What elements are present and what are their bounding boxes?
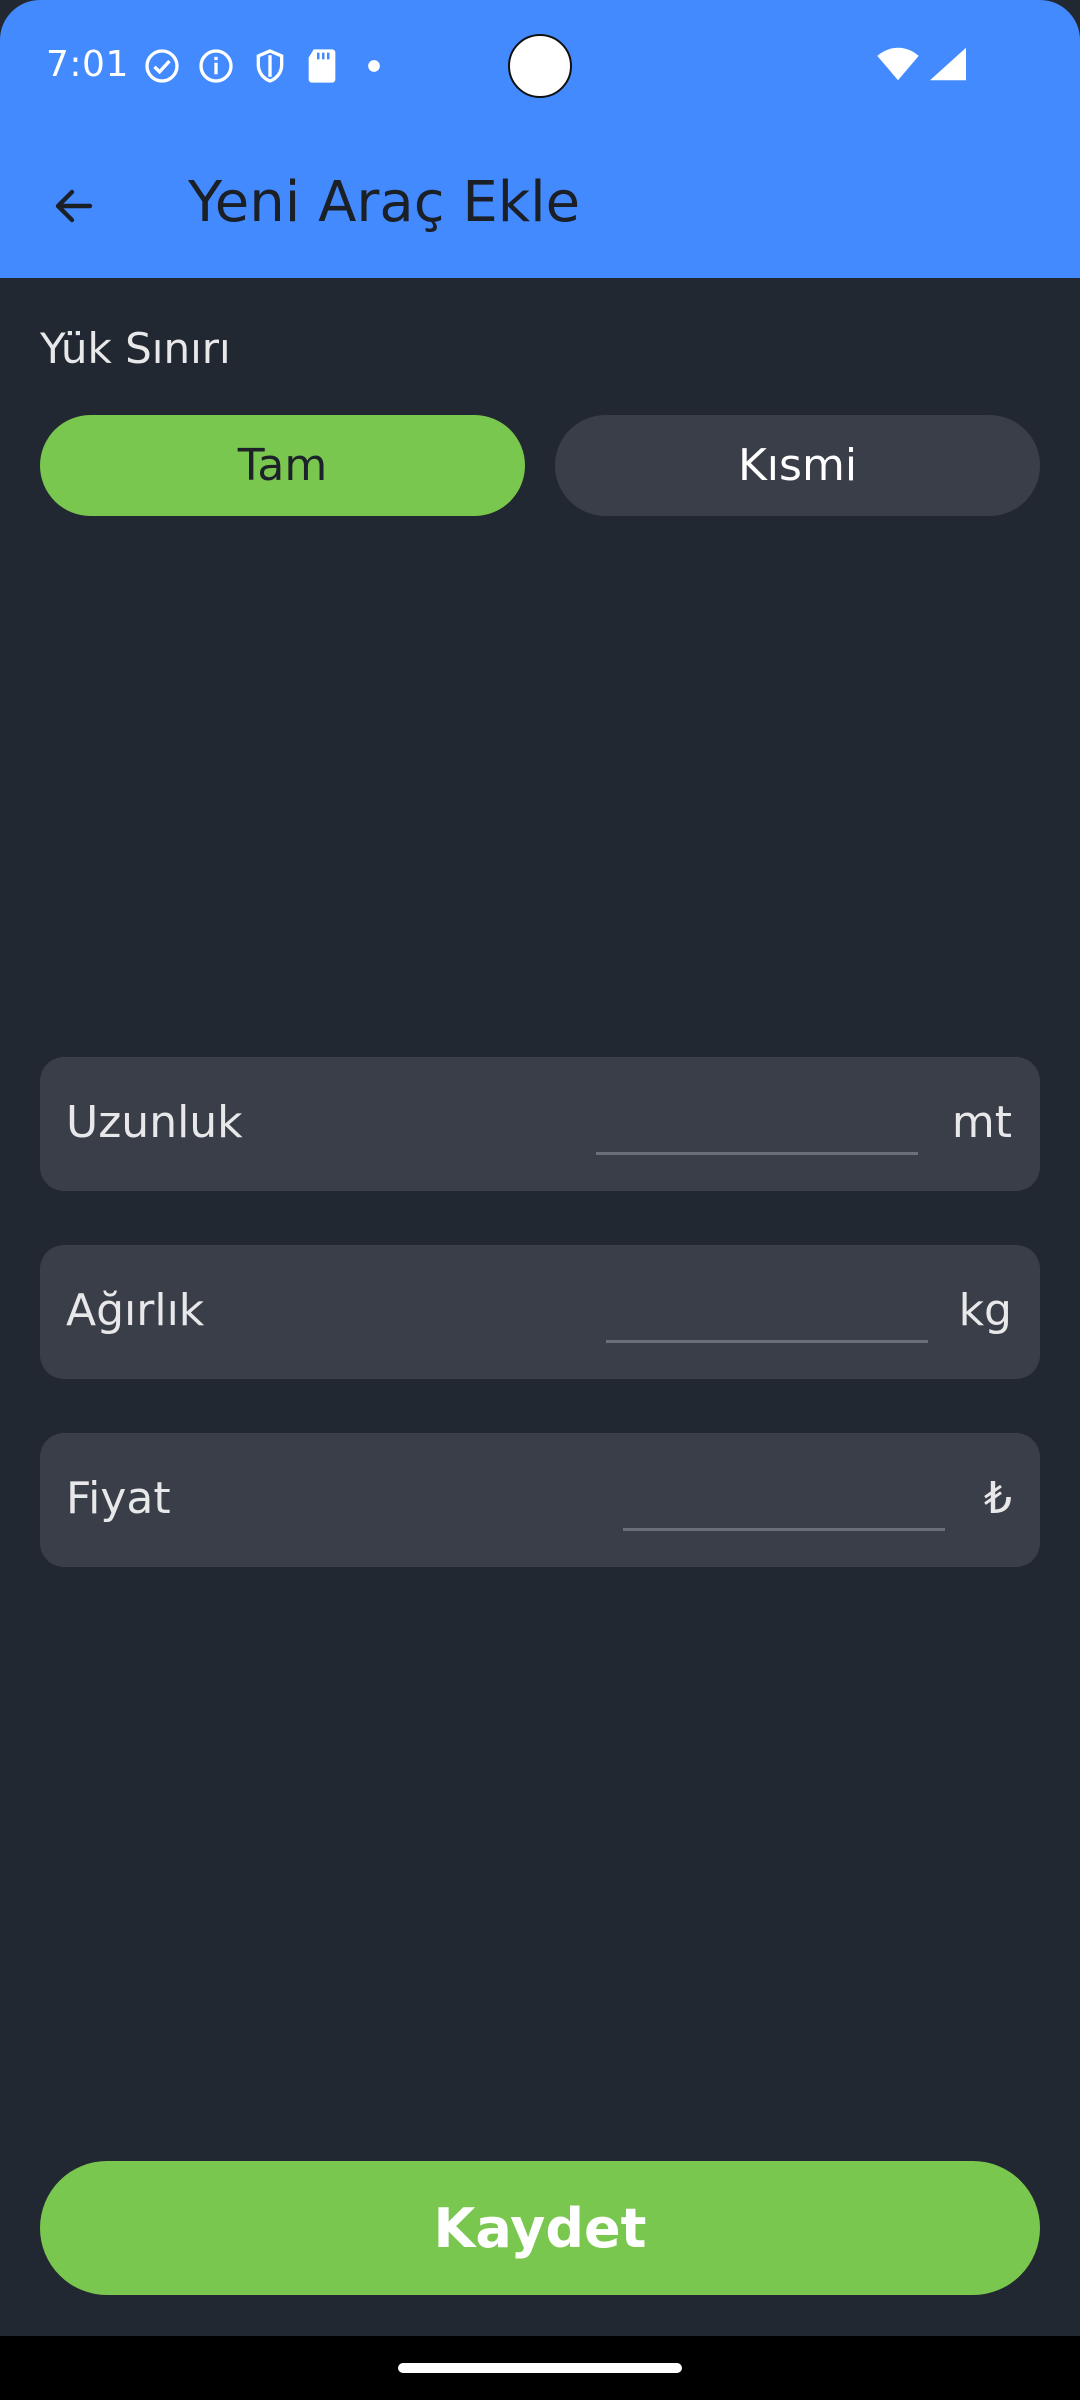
- status-icons: [142, 44, 394, 88]
- weight-label: Ağırlık: [66, 1285, 205, 1336]
- price-input[interactable]: [623, 1467, 945, 1531]
- shield-icon: [256, 49, 284, 83]
- length-unit: mt: [951, 1097, 1012, 1148]
- load-limit-option-partial[interactable]: Kısmi: [555, 415, 1040, 516]
- price-field: Fiyat ₺: [40, 1433, 1040, 1567]
- status-bar: 7:01: [0, 0, 1080, 130]
- load-limit-label: Yük Sınırı: [40, 324, 231, 373]
- sd-card-icon: [308, 49, 336, 83]
- wifi-icon: [877, 47, 919, 81]
- length-input[interactable]: [596, 1091, 918, 1155]
- screen: 7:01 Yeni Araç Ekle Yük Sınırı Tam Kısmi…: [0, 0, 1080, 2400]
- arrow-left-icon: [55, 189, 93, 223]
- price-unit: ₺: [984, 1473, 1012, 1524]
- cellular-signal-icon: [930, 47, 966, 81]
- weight-input[interactable]: [606, 1279, 928, 1343]
- home-indicator[interactable]: [398, 2363, 682, 2373]
- save-button[interactable]: Kaydet: [40, 2161, 1040, 2295]
- dot-icon: [368, 60, 380, 72]
- status-time: 7:01: [46, 44, 129, 85]
- page-title: Yeni Araç Ekle: [188, 170, 581, 235]
- load-limit-option-full[interactable]: Tam: [40, 415, 525, 516]
- status-right-icons: [876, 46, 968, 82]
- length-field: Uzunluk mt: [40, 1057, 1040, 1191]
- length-label: Uzunluk: [66, 1097, 243, 1148]
- price-label: Fiyat: [66, 1473, 171, 1524]
- back-button[interactable]: [36, 168, 112, 244]
- check-circle-icon: [145, 49, 179, 83]
- camera-cutout: [508, 34, 572, 98]
- info-icon: [199, 49, 233, 83]
- weight-unit: kg: [958, 1285, 1012, 1336]
- weight-field: Ağırlık kg: [40, 1245, 1040, 1379]
